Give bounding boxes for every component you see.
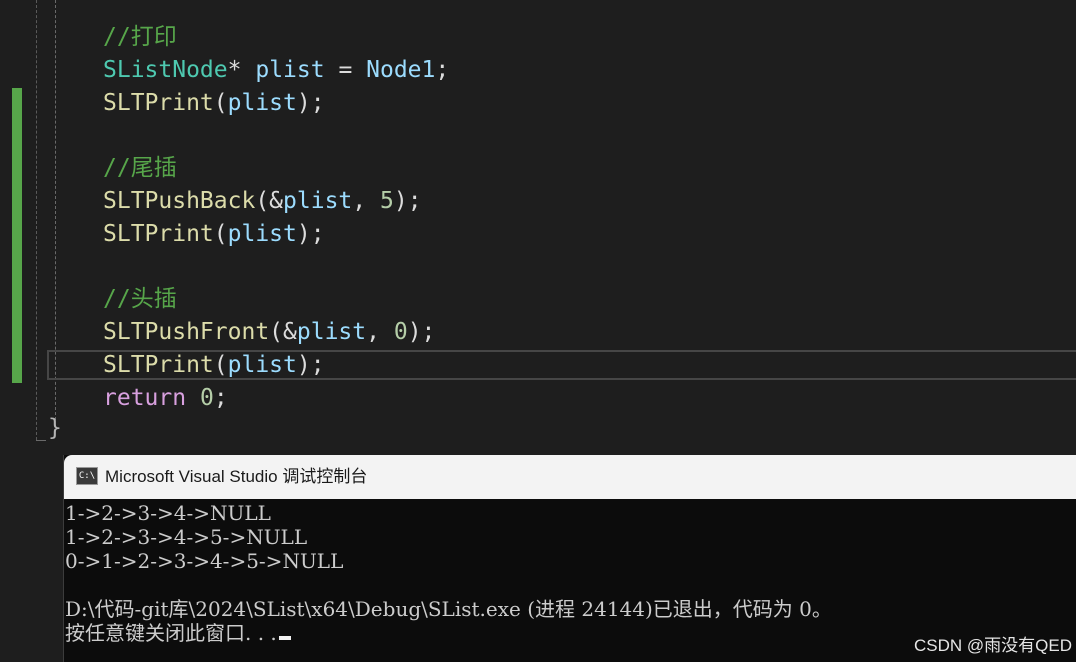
punctuation: ); [296,221,325,247]
code-line-12[interactable]: return 0; [103,382,228,415]
brace-guide-hook [36,440,46,441]
comment: //打印 [103,24,177,50]
console-output-line: 0->1->2->3->4->5->NULL [65,549,344,573]
operator: = [324,57,367,83]
code-line-5[interactable]: //尾插 [103,152,177,185]
operator: * [227,57,242,83]
code-line-6[interactable]: SLTPushBack(&plist, 5); [103,185,422,218]
console-prompt-text: 按任意键关闭此窗口. . . [65,621,277,645]
punctuation: ( [213,352,228,378]
variable: plist [227,352,297,378]
code-line-2[interactable]: SListNode* plist = Node1; [103,54,449,87]
code-line-10[interactable]: SLTPushFront(&plist, 0); [103,316,435,349]
punctuation: (& [255,188,284,214]
variable: plist [283,188,353,214]
comment: //尾插 [103,155,177,181]
type-name: SListNode [103,57,228,83]
console-output-line: 1->2->3->4->NULL [65,501,271,525]
punctuation: ( [213,221,228,247]
number-literal: 0 [199,385,214,411]
variable: plist [227,90,297,116]
code-line-1[interactable]: //打印 [103,21,177,54]
code-editor[interactable]: //打印 SListNode* plist = Node1; SLTPrint(… [0,0,1076,455]
code-line-7[interactable]: SLTPrint(plist); [103,218,325,251]
number-literal: 0 [393,319,408,345]
text-cursor [278,636,291,640]
punctuation: ); [296,90,325,116]
closing-brace: } [48,415,62,441]
keyword: return [103,385,187,411]
variable: Node1 [366,57,436,83]
variable: plist [255,57,325,83]
comment: //头插 [103,286,177,312]
console-title-bar[interactable]: C:\ Microsoft Visual Studio 调试控制台 [64,455,1076,499]
punctuation: , [352,188,380,214]
punctuation: ); [393,188,422,214]
punctuation: ; [213,385,228,411]
change-tracking-bar [12,88,22,383]
console-output-line: 1->2->3->4->5->NULL [65,525,308,549]
code-line-11[interactable]: SLTPrint(plist); [103,349,325,382]
punctuation: ( [213,90,228,116]
code-line-3[interactable]: SLTPrint(plist); [103,87,325,120]
function-name: SLTPrint [103,90,214,116]
punctuation: (& [269,319,297,345]
console-prompt-line: 按任意键关闭此窗口. . . [65,621,291,645]
function-name: SLTPrint [103,221,214,247]
code-line-9[interactable]: //头插 [103,283,177,316]
variable: plist [296,319,367,345]
watermark: CSDN @雨没有QED [914,636,1072,655]
outer-indent-guide [36,0,37,440]
function-name: SLTPrint [103,352,214,378]
console-output-line: D:\代码-git库\2024\SList\x64\Debug\SList.ex… [65,597,832,621]
console-app-icon: C:\ [76,467,98,485]
punctuation: ); [296,352,325,378]
variable: plist [227,221,297,247]
debug-console-window[interactable]: C:\ Microsoft Visual Studio 调试控制台 1->2->… [63,455,1076,662]
console-title: Microsoft Visual Studio 调试控制台 [105,467,368,486]
punctuation: , [366,319,394,345]
punctuation: ; [435,57,450,83]
function-name: SLTPushBack [103,188,256,214]
number-literal: 5 [379,188,394,214]
punctuation: ); [407,319,436,345]
function-name: SLTPushFront [103,319,270,345]
